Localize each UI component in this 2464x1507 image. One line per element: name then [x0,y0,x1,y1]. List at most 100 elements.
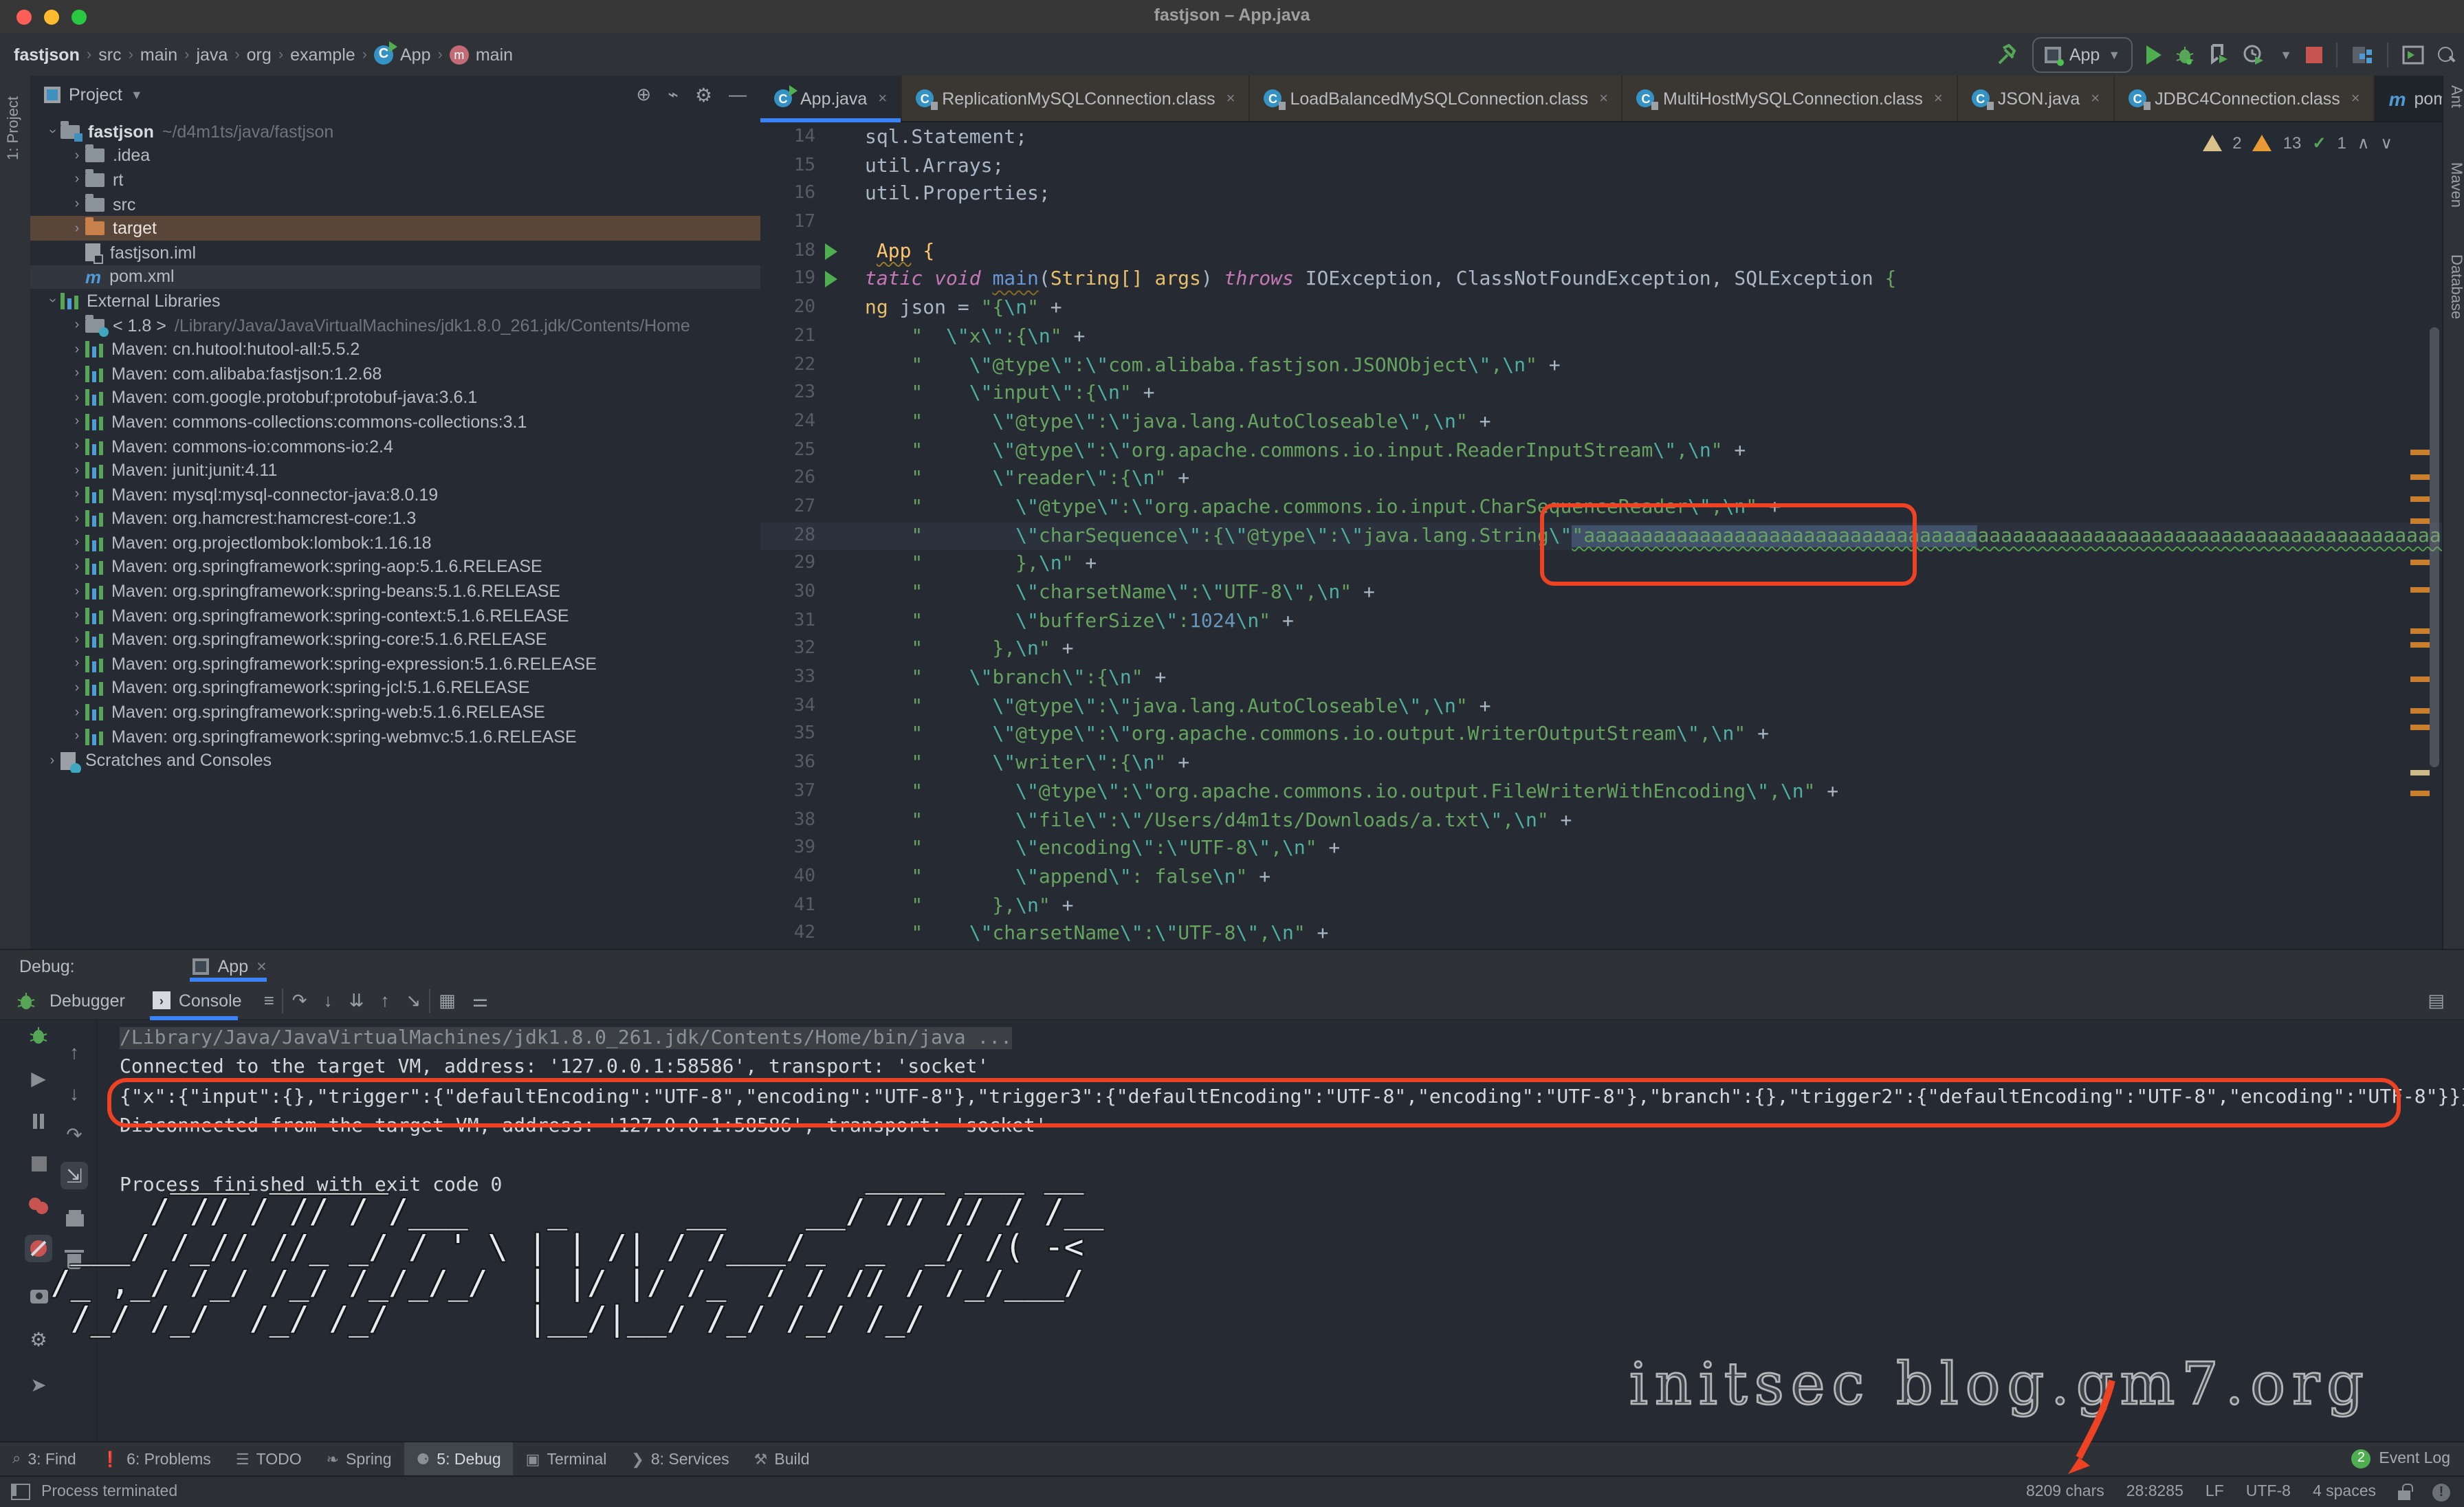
tree-item-maven-org.springframework-spring-expression-5.1.6.release[interactable]: ›Maven: org.springframework:spring-expre… [30,652,760,676]
jump-to-source-icon[interactable]: ↷ [60,1121,88,1148]
debug-button[interactable] [2175,45,2194,64]
tree-item-maven-cn.hutool-hutool-all-5.5.2[interactable]: ›Maven: cn.hutool:hutool-all:5.5.2 [30,338,760,362]
code-line-17[interactable]: 17 [760,209,2442,237]
step-out-icon[interactable]: ↑ [372,990,397,1011]
breadcrumb-item[interactable]: main [140,45,177,64]
project-structure-icon[interactable] [2351,45,2373,64]
tree-item-maven-org.springframework-spring-aop-5.1.6.release[interactable]: ›Maven: org.springframework:spring-aop:5… [30,555,760,579]
bottom-tab-todo[interactable]: ☰TODO [223,1442,314,1477]
pin-tab-icon[interactable]: ➤ [25,1371,52,1398]
tool-stripe-database[interactable]: Database [2448,254,2464,319]
code-line-18[interactable]: 18 App { [760,238,2442,266]
tree-item-maven-org.springframework-spring-web-5.1.6.release[interactable]: ›Maven: org.springframework:spring-web:5… [30,701,760,725]
tree-item-pom.xml[interactable]: mpom.xml [30,265,760,289]
chevron-collapsed-icon[interactable]: › [69,342,85,357]
error-stripe-mark[interactable] [2410,518,2430,524]
breadcrumb-item[interactable]: org [247,45,272,64]
tree-item-maven-org.springframework-spring-beans-5.1.6.release[interactable]: ›Maven: org.springframework:spring-beans… [30,580,760,604]
code-line-24[interactable]: 24 " \"@type\":\"java.lang.AutoCloseable… [760,408,2442,437]
editor-tab-replicationmysqlconnection.class[interactable]: CReplicationMySQLConnection.class× [902,76,1250,121]
step-over-icon[interactable]: ↷ [284,989,316,1011]
error-stripe-mark[interactable] [2410,450,2430,455]
close-tab-icon[interactable]: × [878,90,887,107]
chevron-expanded-icon[interactable]: › [45,124,60,140]
next-problem-icon[interactable]: ∨ [2380,133,2392,153]
chevron-collapsed-icon[interactable]: › [69,173,85,188]
run-to-cursor-icon[interactable]: ↘ [397,989,429,1011]
error-stripe-mark[interactable] [2410,642,2430,648]
inspection-profile-icon[interactable]: ! [2432,1483,2450,1501]
code-line-39[interactable]: 39 " \"encoding\":\"UTF-8\",\n" + [760,835,2442,863]
chevron-collapsed-icon[interactable]: › [69,632,85,648]
code-line-26[interactable]: 26 " \"reader\":{\n" + [760,465,2442,494]
breadcrumb-item[interactable]: src [98,45,121,64]
soft-wrap-icon[interactable]: ≡ [256,990,283,1011]
tree-item-maven-mysql-mysql-connector-java-8.0.19[interactable]: ›Maven: mysql:mysql-connector-java:8.0.1… [30,483,760,507]
code-line-31[interactable]: 31 " \"bufferSize\":1024\n" + [760,607,2442,635]
force-step-into-icon[interactable]: ⇊ [341,989,373,1011]
chevron-collapsed-icon[interactable]: › [69,366,85,381]
caret-position[interactable]: 28:8285 [2126,1484,2184,1500]
run-line-icon[interactable] [815,238,846,266]
code-line-20[interactable]: 20ng json = "{\n" + [760,294,2442,322]
chevron-collapsed-icon[interactable]: › [69,415,85,430]
bottom-tab-8-services[interactable]: ❯8: Services [619,1442,741,1477]
layout-settings-icon[interactable]: ▤ [2419,989,2453,1011]
tree-item-maven-com.google.protobuf-protobuf-java-3.6.1[interactable]: ›Maven: com.google.protobuf:protobuf-jav… [30,386,760,410]
code-line-34[interactable]: 34 " \"@type\":\"java.lang.AutoCloseable… [760,693,2442,721]
hide-panel-icon[interactable]: — [729,84,747,107]
chevron-down-icon[interactable]: ▼ [131,88,143,102]
close-icon[interactable]: × [256,956,267,976]
step-into-icon[interactable]: ↓ [316,990,341,1011]
tree-item-target[interactable]: ›target [30,217,760,241]
error-stripe-mark[interactable] [2410,496,2430,502]
rerun-debug-icon[interactable] [25,1022,52,1049]
code-line-36[interactable]: 36 " \"writer\":{\n" + [760,749,2442,778]
tool-stripe-project[interactable]: 1: Project [6,96,22,160]
error-stripe-mark[interactable] [2410,587,2430,593]
line-ending[interactable]: LF [2206,1484,2224,1500]
run-anything-icon[interactable] [2402,45,2424,64]
readonly-lock-icon[interactable] [2398,1490,2410,1499]
gear-icon[interactable]: ⚙ [695,84,712,107]
project-panel-title[interactable]: Project [69,85,122,104]
chevron-collapsed-icon[interactable]: › [69,318,85,333]
tree-item-maven-org.hamcrest-hamcrest-core-1.3[interactable]: ›Maven: org.hamcrest:hamcrest-core:1.3 [30,507,760,531]
tool-stripe-ant[interactable]: Ant [2448,85,2464,108]
build-hammer-icon[interactable] [1996,43,2018,65]
tree-item-maven-org.springframework-spring-core-5.1.6.release[interactable]: ›Maven: org.springframework:spring-core:… [30,628,760,652]
code-line-16[interactable]: 16util.Properties; [760,181,2442,209]
locate-file-icon[interactable]: ⊕ [636,84,651,107]
tree-item-fastjson[interactable]: ›fastjson~/d4m1ts/java/fastjson [30,120,760,144]
code-line-41[interactable]: 41 " },\n" + [760,892,2442,920]
tree-item-maven-com.alibaba-fastjson-1.2.68[interactable]: ›Maven: com.alibaba:fastjson:1.2.68 [30,362,760,386]
search-everywhere-icon[interactable] [2438,47,2453,62]
tree-item-.idea[interactable]: ›.idea [30,144,760,168]
code-line-25[interactable]: 25 " \"@type\":\"org.apache.commons.io.i… [760,437,2442,465]
error-stripe-mark[interactable] [2410,770,2430,776]
chevron-expanded-icon[interactable]: › [45,293,60,309]
tree-item-src[interactable]: ›src [30,192,760,217]
tree-item-maven-junit-junit-4.11[interactable]: ›Maven: junit:junit:4.11 [30,459,760,483]
code-line-42[interactable]: 42 " \"charsetName\":\"UTF-8\",\n" + [760,921,2442,949]
editor-tab-multihostmysqlconnection.class[interactable]: CMultiHostMySQLConnection.class× [1623,76,1958,121]
tree-item-rt[interactable]: ›rt [30,168,760,192]
breadcrumb-item[interactable]: example [290,45,355,64]
tree-item-external-libraries[interactable]: ›External Libraries [30,289,760,313]
run-configuration-select[interactable]: App ▼ [2032,36,2133,72]
error-stripe-mark[interactable] [2410,725,2430,730]
stop-button[interactable] [2306,46,2322,63]
chevron-collapsed-icon[interactable]: › [69,729,85,744]
close-tab-icon[interactable]: × [2091,90,2100,107]
evaluate-expression-icon[interactable]: ▦ [430,989,464,1011]
chevron-collapsed-icon[interactable]: › [69,390,85,406]
chevron-collapsed-icon[interactable]: › [69,681,85,696]
breadcrumb-item[interactable]: fastjson [14,45,80,64]
code-line-22[interactable]: 22 " \"@type\":\"com.alibaba.fastjson.JS… [760,351,2442,380]
chevron-collapsed-icon[interactable]: › [69,221,85,236]
chevron-collapsed-icon[interactable]: › [69,463,85,478]
editor-tab-loadbalancedmysqlconnection.class[interactable]: CLoadBalancedMySQLConnection.class× [1251,76,1623,121]
close-tab-icon[interactable]: × [1934,90,1943,107]
editor-scrollbar[interactable] [2430,327,2439,767]
tree-item--1.8-[interactable]: ›< 1.8 >/Library/Java/JavaVirtualMachine… [30,314,760,338]
